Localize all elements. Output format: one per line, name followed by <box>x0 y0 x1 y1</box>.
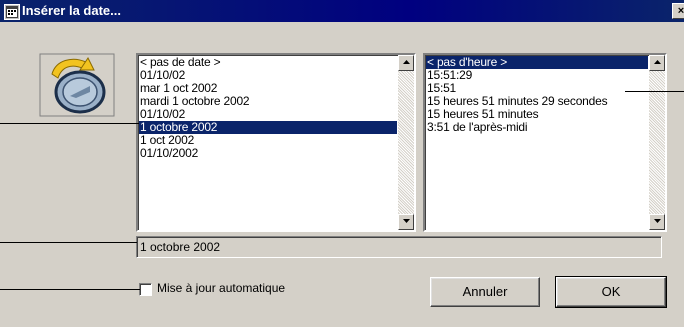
cancel-button[interactable]: Annuler <box>430 277 540 307</box>
date-list-scrollbar[interactable] <box>398 55 414 230</box>
time-format-list[interactable]: < pas d'heure >15:51:29 15:51 15 heures 51… <box>423 53 667 232</box>
callout-line <box>0 123 139 124</box>
auto-update-checkbox[interactable] <box>139 283 152 296</box>
callout-line <box>0 289 140 290</box>
title-bar[interactable]: Insérer la date... × <box>0 0 684 22</box>
calendar-clock-icon <box>38 52 116 118</box>
list-item[interactable]: 15:51:29 <box>426 69 648 82</box>
window-title: Insérer la date... <box>22 3 121 18</box>
insert-date-dialog: Insérer la date... × < pas de date >01/1… <box>0 0 684 327</box>
time-list-scrollbar[interactable] <box>649 55 665 230</box>
chevron-up-icon[interactable] <box>649 55 665 71</box>
ok-button[interactable]: OK <box>555 276 667 308</box>
list-item[interactable]: 01/10/2002 <box>139 147 397 160</box>
preview-value: 1 octobre 2002 <box>140 240 221 254</box>
list-item[interactable]: 3:51 de l'après-midi <box>426 121 648 134</box>
auto-update-label[interactable]: Mise à jour automatique <box>157 281 285 295</box>
chevron-up-icon[interactable] <box>398 55 414 71</box>
chevron-down-icon[interactable] <box>398 214 414 230</box>
callout-line <box>625 91 684 92</box>
close-icon[interactable]: × <box>672 3 684 19</box>
date-format-list[interactable]: < pas de date >01/10/02 mar 1 oct 2002 mar… <box>136 53 416 232</box>
chevron-down-icon[interactable] <box>649 214 665 230</box>
preview-field: 1 octobre 2002 <box>136 236 662 258</box>
app-window-icon <box>4 4 20 20</box>
callout-line <box>0 242 137 243</box>
